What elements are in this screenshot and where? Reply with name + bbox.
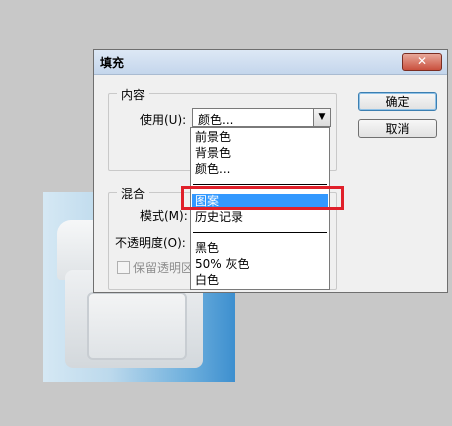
dropdown-item-history[interactable]: 历史记录 — [195, 210, 243, 225]
foam-box-panel — [87, 292, 187, 360]
blending-legend: 混合 — [117, 185, 150, 202]
chevron-down-icon[interactable]: ▼ — [313, 109, 330, 126]
dropdown-item-white[interactable]: 白色 — [195, 273, 219, 288]
close-button[interactable]: ✕ — [402, 53, 442, 71]
dropdown-item-gray[interactable]: 50% 灰色 — [195, 257, 250, 272]
dialog-titlebar[interactable]: 填充 ✕ — [94, 50, 447, 75]
preserve-transparency-label: 保留透明区 — [133, 261, 194, 275]
use-label: 使用(U): — [140, 113, 187, 127]
use-select-value: 颜色... — [198, 113, 234, 127]
ok-button[interactable]: 确定 — [358, 92, 437, 111]
preserve-transparency-checkbox[interactable] — [117, 261, 130, 274]
dropdown-item-color[interactable]: 颜色... — [195, 162, 230, 177]
contents-legend: 内容 — [117, 86, 150, 103]
use-select[interactable]: 颜色... ▼ — [192, 108, 331, 127]
dropdown-separator — [193, 232, 327, 233]
dropdown-item-black[interactable]: 黑色 — [195, 241, 219, 256]
annotation-highlight-box — [181, 186, 344, 210]
opacity-label: 不透明度(O): — [115, 236, 186, 250]
close-icon: ✕ — [416, 54, 428, 68]
dialog-title: 填充 — [100, 56, 125, 70]
dropdown-separator — [193, 184, 327, 185]
dropdown-item-foreground[interactable]: 前景色 — [195, 130, 231, 145]
cancel-button[interactable]: 取消 — [358, 119, 437, 138]
dropdown-item-background[interactable]: 背景色 — [195, 146, 231, 161]
